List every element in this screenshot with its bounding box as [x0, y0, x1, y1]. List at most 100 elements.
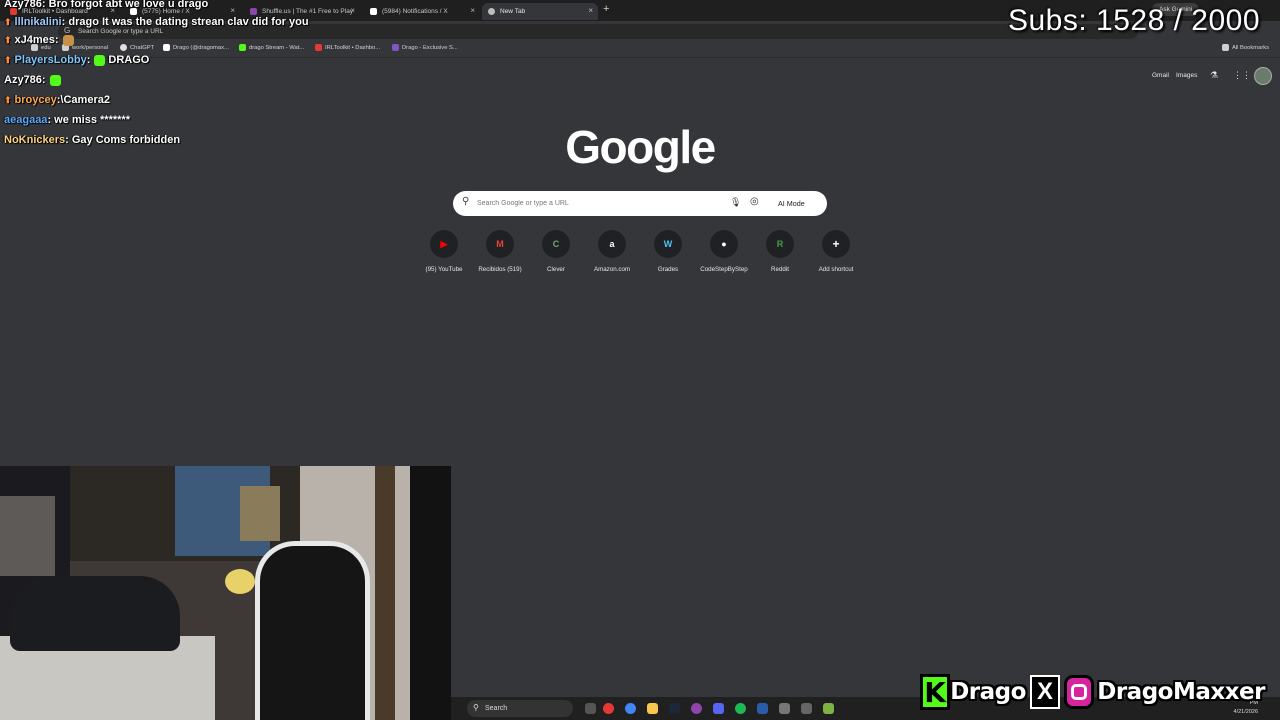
apps-grid-icon[interactable]: ⋮⋮ [1233, 70, 1251, 81]
ball-shape [225, 569, 255, 594]
chat-username: Azy786 [4, 0, 42, 10]
instagram-lens-shape [1071, 684, 1088, 700]
chrome-favicon-icon [488, 8, 495, 15]
chat-username: aeagaaa [4, 114, 48, 126]
chat-message: aeagaaa: we miss ******* [4, 110, 324, 130]
shortcut-clever[interactable]: C Clever [528, 230, 584, 273]
close-icon[interactable]: × [470, 6, 475, 15]
search-icon: ⚲ [462, 196, 470, 207]
taskbar-search-label: Search [485, 705, 508, 712]
all-bookmarks-button[interactable]: All Bookmarks [1222, 44, 1269, 51]
file-explorer-icon[interactable] [647, 703, 658, 714]
bookmark-label: Drago - Exclusive S... [402, 44, 458, 51]
chrome-icon[interactable] [625, 703, 636, 714]
chat-colon: : [54, 34, 59, 46]
new-tab-button[interactable]: + [603, 3, 609, 15]
bookmark-label: All Bookmarks [1232, 44, 1270, 51]
codestepbystep-icon: ● [710, 230, 738, 258]
reddit-icon: R [766, 230, 794, 258]
search-icon: ⚲ [473, 703, 479, 712]
microphone-icon[interactable]: 🎙 [730, 197, 741, 208]
chat-colon: : [86, 54, 91, 66]
chat-emote-icon [62, 34, 74, 46]
x-logo-icon: X [1029, 675, 1061, 709]
ladder-shelf-shape [375, 466, 395, 720]
webcam-feed [0, 466, 451, 720]
chat-badge-icon: ⬆ [4, 17, 12, 27]
minecraft-icon[interactable] [823, 703, 834, 714]
chat-colon: : [41, 74, 46, 86]
blanket-shape [10, 576, 180, 651]
chat-emote-icon [94, 54, 106, 66]
plus-icon: + [822, 230, 850, 258]
discord-icon[interactable] [713, 703, 724, 714]
closet-shape [410, 466, 451, 720]
chat-text: Bro forgot abt we love u drago [48, 0, 209, 10]
folder-icon [1222, 44, 1229, 51]
gaming-chair-shape [255, 541, 370, 720]
shortcut-gmail[interactable]: M Recibidos (519) [472, 230, 528, 273]
grades-icon: W [654, 230, 682, 258]
tab-new-tab[interactable]: New Tab × [482, 3, 598, 20]
bookmark-drago-exclusive[interactable]: Drago - Exclusive S... [392, 44, 458, 51]
search-input[interactable] [477, 196, 717, 211]
chat-message: Azy786: Bro forgot abt we love u drago [4, 0, 324, 14]
subscriber-goal: Subs: 1528 / 2000 [1007, 4, 1260, 37]
shortcut-label: Recibidos (519) [478, 266, 522, 273]
shortcut-label: CodeStepByStep [700, 266, 748, 273]
spotify-icon[interactable] [735, 703, 746, 714]
chat-username: lllnikalini [14, 16, 62, 28]
shortcut-codestepbystep[interactable]: ● CodeStepByStep [696, 230, 752, 273]
app-icon[interactable] [757, 703, 768, 714]
shortcut-amazon[interactable]: a Amazon.com [584, 230, 640, 273]
chat-colon: : [41, 0, 49, 10]
app-icon[interactable] [801, 703, 812, 714]
kick-logo-icon: K [920, 674, 951, 710]
steam-icon[interactable] [669, 703, 680, 714]
app-icon[interactable] [603, 703, 614, 714]
chat-message: ⬆ broycey:\Camera2 [4, 90, 324, 110]
avatar[interactable] [1254, 67, 1272, 85]
chat-badge-icon: ⬆ [4, 35, 12, 45]
shortcut-reddit[interactable]: R Reddit [752, 230, 808, 273]
chat-message: ⬆ xJ4mes: [4, 30, 324, 50]
gmail-link[interactable]: Gmail [1152, 72, 1169, 79]
chat-text: DRAGO [108, 54, 150, 66]
chat-username: xJ4mes [14, 34, 55, 46]
chat-text: Gay Coms forbidden [71, 134, 181, 146]
ai-mode-label: AI Mode [778, 199, 805, 208]
chat-text: drago It was the dating strean clav did … [68, 16, 309, 28]
chat-text: we miss ******* [54, 114, 130, 126]
chat-username: PlayersLobby [14, 54, 87, 66]
chat-badge-icon: ⬆ [4, 55, 12, 65]
shortcut-label: Grades [657, 266, 679, 273]
google-lens-icon[interactable]: ◎ [750, 196, 759, 207]
close-icon[interactable]: × [588, 6, 593, 15]
app-icon[interactable] [779, 703, 790, 714]
instagram-logo-icon [1064, 675, 1095, 709]
socials-banner: K Drago X DragoMaxxer [920, 670, 1265, 714]
youtube-icon: ▶ [430, 230, 458, 258]
chat-badge-icon: ⬆ [4, 95, 12, 105]
x-favicon-icon [370, 8, 377, 15]
close-icon[interactable]: × [350, 6, 355, 15]
app-icon[interactable] [691, 703, 702, 714]
taskbar-search[interactable]: ⚲ Search [467, 700, 573, 717]
shortcut-label: (95) YouTube [425, 266, 463, 273]
task-view-icon[interactable] [585, 703, 596, 714]
labs-flask-icon[interactable]: ⚗ [1210, 70, 1218, 81]
shortcut-label: Reddit [771, 266, 789, 273]
chat-emote-icon [49, 74, 61, 86]
shortcut-add[interactable]: + Add shortcut [808, 230, 864, 273]
lamp-light-shape [240, 486, 280, 541]
social-handle: DragoMaxxer [1097, 679, 1265, 705]
shortcut-grades[interactable]: W Grades [640, 230, 696, 273]
bookmark-irltoolkit[interactable]: IRLToolkit • Dashbo... [315, 44, 380, 51]
images-link[interactable]: Images [1176, 72, 1197, 79]
chat-text: \Camera2 [60, 94, 110, 106]
tab-x-notifications[interactable]: (5984) Notifications / X × [364, 3, 480, 20]
ai-mode-button[interactable]: AI Mode [771, 195, 812, 212]
google-search-box[interactable]: ⚲ 🎙 ◎ AI Mode [453, 191, 827, 216]
shortcut-youtube[interactable]: ▶ (95) YouTube [416, 230, 472, 273]
window-light-shape [0, 496, 55, 576]
